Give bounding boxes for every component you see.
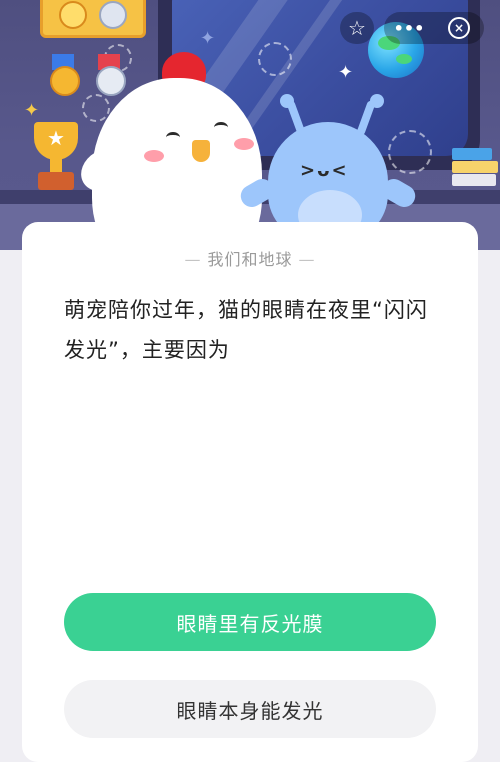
category-title: 我们和地球 <box>207 250 293 269</box>
books-icon <box>452 148 500 190</box>
close-icon: × <box>448 17 470 39</box>
orbit-ring-decoration <box>82 94 110 122</box>
mini-program-capsule: ••• × <box>384 12 484 44</box>
medal-shelf-box <box>40 0 146 38</box>
answer-option-1-button[interactable]: 眼睛里有反光膜 <box>64 593 436 651</box>
orbit-ring-decoration <box>258 42 292 76</box>
question-text: 萌宠陪你过年，猫的眼睛在夜里“闪闪发光”，主要因为 <box>64 298 428 362</box>
close-button[interactable]: × <box>439 12 479 44</box>
header-dash-left: — <box>184 250 202 269</box>
answer-option-2-label: 眼睛本身能发光 <box>176 698 324 723</box>
more-button[interactable]: ••• <box>389 12 429 44</box>
favorite-button[interactable]: ☆ <box>340 12 374 44</box>
question-card: — 我们和地球 — 萌宠陪你过年，猫的眼睛在夜里“闪闪发光”，主要因为 眼睛里有反光… <box>22 222 478 762</box>
gold-medal-icon <box>50 66 80 96</box>
alien-face: >ᴗ< <box>300 160 349 181</box>
card-header: — 我们和地球 — <box>22 246 478 270</box>
sparkle-icon: ✦ <box>24 100 40 121</box>
sparkle-icon: ✦ <box>338 62 354 83</box>
star-icon: ☆ <box>348 16 366 40</box>
more-dots-icon: ••• <box>393 18 425 38</box>
header-dash-right: — <box>298 250 316 269</box>
answer-option-2-button[interactable]: 眼睛本身能发光 <box>64 680 436 738</box>
silver-medal-icon <box>96 66 126 96</box>
sparkle-icon: ✦ <box>200 28 216 49</box>
orbit-ring-decoration <box>388 130 432 174</box>
chicken-beak <box>192 140 210 162</box>
answer-option-1-label: 眼睛里有反光膜 <box>176 611 324 636</box>
